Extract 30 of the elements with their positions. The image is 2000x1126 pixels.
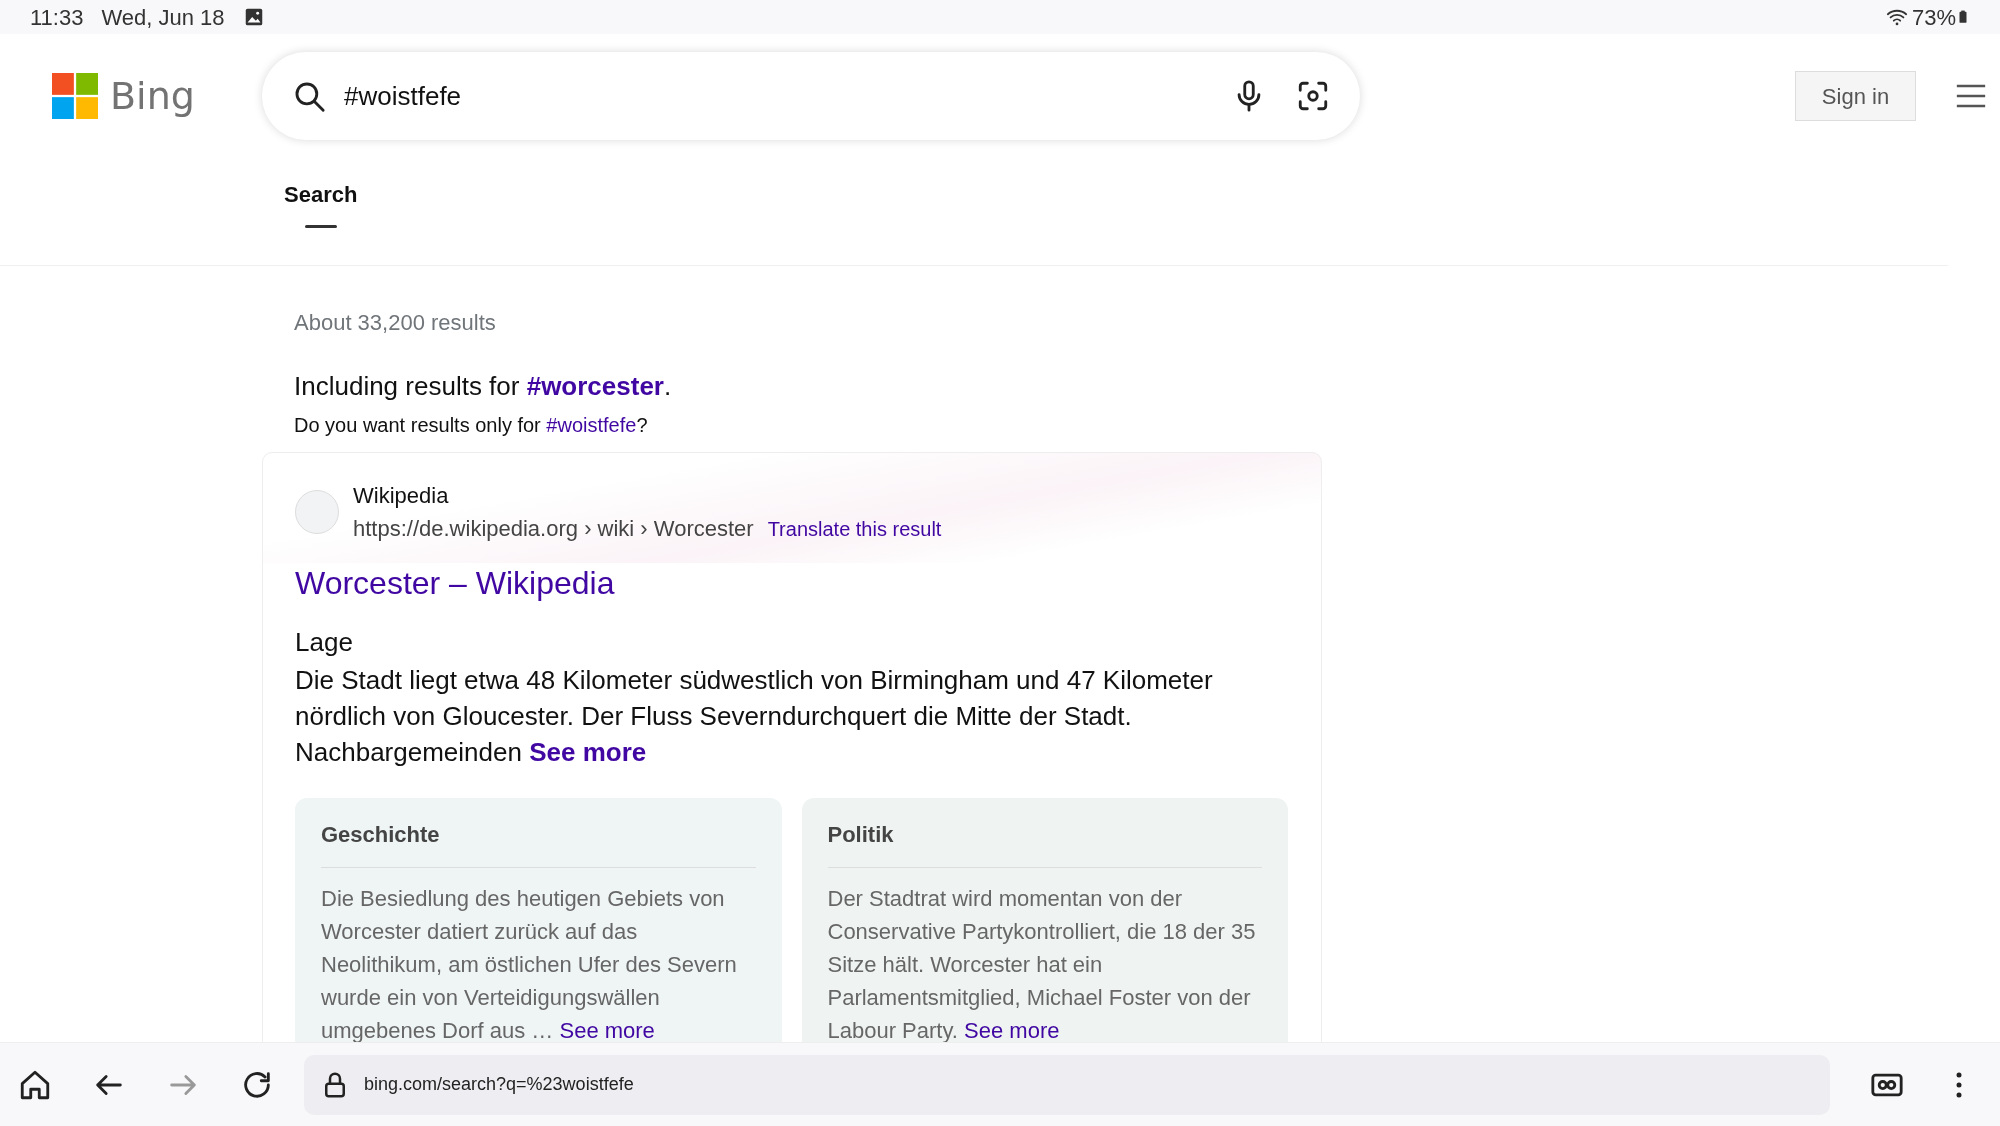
see-more-link[interactable]: See more bbox=[529, 737, 647, 767]
result-title-link[interactable]: Worcester – Wikipedia bbox=[295, 559, 1289, 607]
section-heading: Lage bbox=[295, 626, 354, 659]
status-time: 11:33 bbox=[30, 3, 84, 32]
result-url: https://de.wikipedia.org › wiki › Worcester bbox=[353, 515, 754, 543]
card-heading: Geschichte bbox=[321, 818, 756, 868]
site-name: Wikipedia bbox=[353, 482, 450, 510]
battery-percent: 73% bbox=[1911, 3, 1956, 32]
original-query-link[interactable]: #woistfefe bbox=[546, 414, 637, 436]
translate-link[interactable]: Translate this result bbox=[767, 514, 942, 544]
result-snippet: Die Stadt liegt etwa 48 Kilometer südwestlich von Birmingham und 47 Kilometer nördlich von Gloucester. Der Fluss Severndurchquert die Mitte der Stadt. Nachbargemeinden See more bbox=[295, 664, 1214, 769]
status-date: Wed, Jun 18 bbox=[101, 3, 225, 32]
visual-search-icon[interactable] bbox=[1296, 79, 1330, 113]
windows-logo-icon bbox=[52, 73, 98, 119]
search-tab[interactable]: Search bbox=[284, 178, 358, 228]
card-heading: Politik bbox=[827, 818, 1262, 868]
card-text: Der Stadtrat wird momentan von der Conservative Partykontrolliert, die 18 der 35 Sitze hält. Worcester hat ein Parlamentsmitglied, Michael Foster von der Labour Party. See more bbox=[827, 885, 1257, 1042]
including-results-text: Including results for #worcester. bbox=[294, 370, 673, 403]
see-more-link[interactable]: See more bbox=[964, 1018, 1060, 1042]
spelling-question: Do you want results only for #woistfefe? bbox=[294, 413, 649, 438]
card-text: Die Besiedlung des heutigen Gebiets von Worcester datiert zurück auf das Neolithikum, am östlichen Ufer des Severn wurde ein von Verteidigungswällen umgebenes Dorf aus … See more bbox=[321, 885, 738, 1042]
url-text: bing.com/search?q=%23woistfefe bbox=[364, 1073, 634, 1096]
favicon-placeholder bbox=[295, 490, 339, 534]
corrected-query-link[interactable]: #worcester bbox=[526, 371, 664, 401]
results-count: About 33,200 results bbox=[294, 309, 497, 337]
see-more-link[interactable]: See more bbox=[559, 1018, 655, 1042]
url-field[interactable]: bing.com/search?q=%23woistfefe bbox=[304, 1054, 1830, 1115]
search-input[interactable]: #woistfefe bbox=[344, 76, 1232, 116]
logo-text: Bing bbox=[110, 72, 195, 120]
sign-in-button[interactable]: Sign in bbox=[1795, 71, 1916, 121]
